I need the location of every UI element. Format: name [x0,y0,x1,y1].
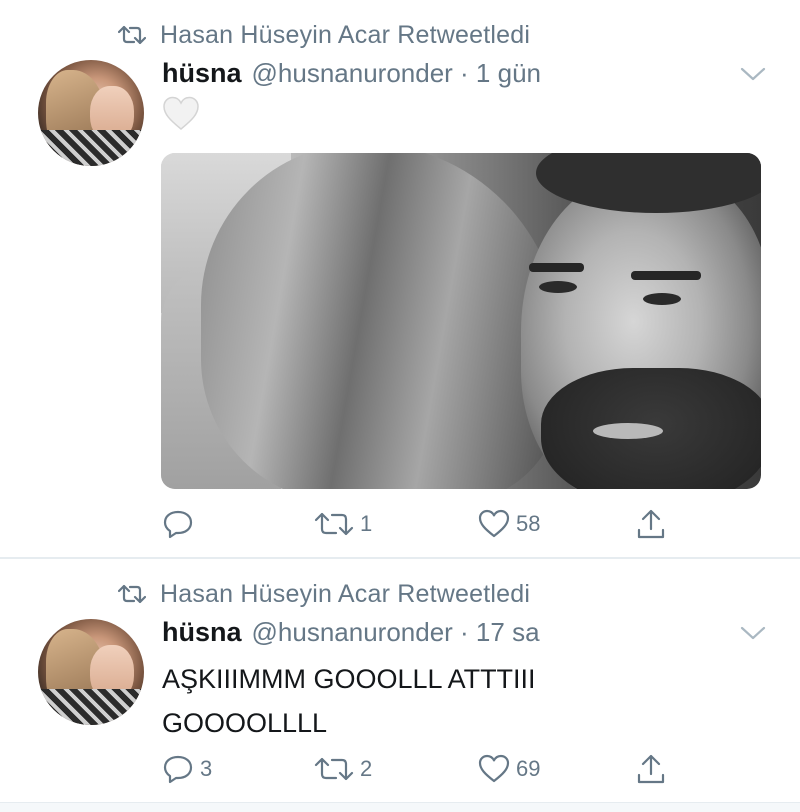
share-icon [637,754,665,784]
retweet-button[interactable]: 1 [314,504,372,544]
tweet[interactable]: Hasan Hüseyin Acar Retweetledi hüsna @hu… [0,0,800,558]
handle-and-time[interactable]: @husnanuronder · 17 sa [252,617,540,648]
retweet-icon [118,25,146,45]
share-icon [637,509,665,539]
retweet-icon [314,757,354,781]
heart-icon [478,509,510,538]
retweet-context: Hasan Hüseyin Acar Retweetledi [118,579,530,609]
retweet-count: 2 [360,756,373,781]
tweet-actions: 3 2 69 [160,749,680,789]
share-button[interactable] [636,749,666,789]
white-heart-emoji-icon [163,96,199,130]
avatar[interactable] [38,619,144,725]
retweet-button[interactable]: 2 [314,749,372,789]
avatar[interactable] [38,60,144,166]
reply-icon [163,510,193,539]
tweet-actions: 1 58 [160,504,680,544]
feed-bottom-divider [0,802,800,812]
tweet[interactable]: Hasan Hüseyin Acar Retweetledi hüsna @hu… [0,559,800,812]
tweet-header: hüsna @husnanuronder · 17 sa [162,617,540,653]
chevron-down-icon[interactable] [740,625,766,641]
heart-icon [478,754,510,783]
tweet-header: hüsna @husnanuronder · 1 gün [162,58,541,94]
like-button[interactable]: 58 [478,504,540,544]
retweet-context-label: Hasan Hüseyin Acar Retweetledi [160,20,531,49]
handle-and-time[interactable]: @husnanuronder · 1 gün [252,58,541,89]
retweet-count: 1 [360,511,373,536]
display-name[interactable]: hüsna [162,617,242,648]
reply-count: 3 [200,756,213,781]
like-button[interactable]: 69 [478,749,540,789]
retweet-icon [314,512,354,536]
tweet-text: AŞKIIIMMM GOOOLLL ATTTIII GOOOOLLLL [162,664,536,738]
retweet-icon [118,584,146,604]
like-count: 69 [516,756,541,781]
share-button[interactable] [636,504,666,544]
tweet-photo[interactable] [161,153,761,489]
like-count: 58 [516,511,541,536]
display-name[interactable]: hüsna [162,58,242,89]
reply-button[interactable]: 3 [162,749,212,789]
reply-button[interactable] [162,504,200,544]
retweet-context-label: Hasan Hüseyin Acar Retweetledi [160,579,531,608]
reply-icon [163,755,193,784]
chevron-down-icon[interactable] [740,66,766,82]
retweet-context: Hasan Hüseyin Acar Retweetledi [118,20,530,50]
